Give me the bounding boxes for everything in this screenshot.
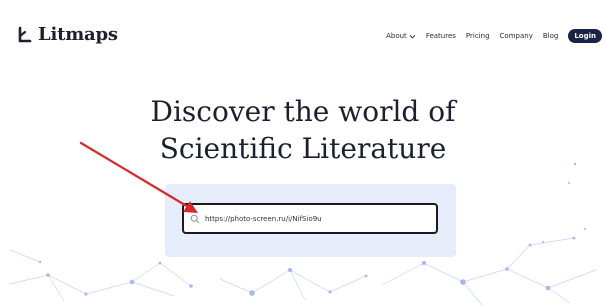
nav-pricing[interactable]: Pricing — [466, 32, 490, 40]
search-box[interactable] — [182, 203, 438, 234]
nav-blog[interactable]: Blog — [543, 32, 558, 40]
hero-line-2: Scientific Literature — [159, 132, 447, 165]
nav-company[interactable]: Company — [500, 32, 533, 40]
chevron-down-icon — [409, 34, 416, 39]
top-navigation: About Features Pricing Company Blog Logi… — [386, 29, 602, 43]
nav-company-label: Company — [499, 32, 533, 40]
login-button[interactable]: Login — [568, 29, 602, 43]
hero-line-1: Discover the world of — [150, 95, 456, 128]
nav-features[interactable]: Features — [426, 32, 456, 40]
nav-features-label: Features — [425, 32, 456, 40]
nav-about-label: About — [386, 32, 407, 40]
litmaps-logo-icon — [18, 26, 32, 42]
search-input[interactable] — [205, 214, 425, 223]
brand-name: Litmaps — [38, 24, 118, 45]
litmaps-logo[interactable]: Litmaps — [16, 24, 118, 45]
nav-blog-label: Blog — [542, 32, 559, 40]
nav-pricing-label: Pricing — [465, 32, 490, 40]
nav-about[interactable]: About — [386, 32, 416, 40]
litmaps-homepage: Litmaps About Features Pricing Company B… — [0, 0, 606, 307]
hero-heading: Discover the world of Scientific Literat… — [0, 93, 606, 167]
search-icon — [190, 214, 200, 223]
